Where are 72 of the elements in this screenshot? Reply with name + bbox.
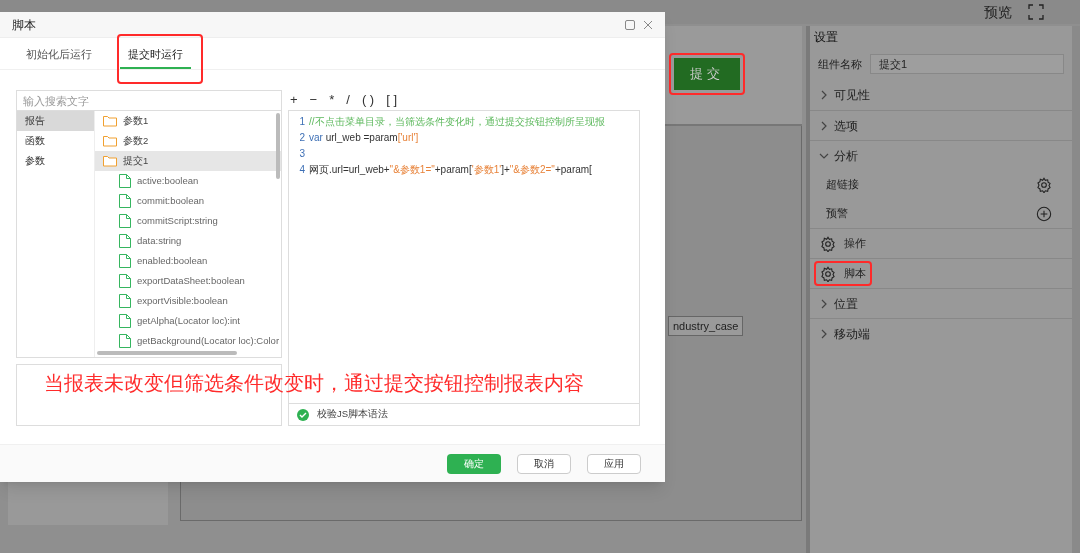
- settings-icon: [820, 235, 836, 252]
- preview-link[interactable]: 预览: [984, 1, 1012, 23]
- line-number: 1: [298, 114, 306, 129]
- panel-title: 设置: [814, 29, 838, 46]
- section-header[interactable]: 可见性: [834, 86, 870, 104]
- scrollbar[interactable]: [276, 113, 280, 179]
- tree-item[interactable]: 参数2: [95, 131, 281, 151]
- tree-item[interactable]: active:boolean: [95, 171, 281, 191]
- operator-button[interactable]: −: [307, 90, 320, 110]
- option-label: 预警: [826, 206, 848, 222]
- file-icon: [119, 174, 131, 188]
- file-icon: [119, 234, 131, 248]
- code-line: var url_web =param['url']: [309, 130, 419, 145]
- tree-item[interactable]: exportDataSheet:boolean: [95, 271, 281, 291]
- canvas-label: ndustry_case: [668, 316, 744, 336]
- line-number: 2: [298, 130, 306, 145]
- tree-item[interactable]: 提交1: [95, 151, 281, 171]
- category-item[interactable]: 参数: [17, 151, 94, 171]
- file-icon: [119, 294, 131, 308]
- code-line: 网页.url=url_web+"&参数1="+param['参数1']+"&参数2="+param[: [309, 162, 592, 177]
- tree-item[interactable]: data:string: [95, 231, 281, 251]
- dialog-title: 脚本: [12, 16, 36, 34]
- scrollbar[interactable]: [97, 351, 237, 355]
- section-header[interactable]: 位置: [834, 294, 858, 313]
- tree-item[interactable]: exportVisible:boolean: [95, 291, 281, 311]
- tree-item[interactable]: getBackground(Locator loc):Color: [95, 331, 281, 351]
- operator-button[interactable]: *: [327, 90, 337, 110]
- tree-item[interactable]: 参数1: [95, 111, 281, 131]
- fullscreen-icon[interactable]: [1028, 4, 1044, 20]
- dialog-button[interactable]: 取消: [517, 453, 571, 474]
- line-number: 3: [298, 146, 306, 161]
- close-icon[interactable]: [643, 19, 653, 30]
- highlighted-menu-item[interactable]: 脚本: [814, 261, 872, 286]
- folder-icon: [103, 115, 117, 127]
- category-item[interactable]: 报告: [17, 111, 94, 131]
- settings-icon: [1036, 176, 1052, 193]
- file-icon: [119, 214, 131, 228]
- folder-icon: [103, 155, 117, 167]
- section-header[interactable]: 选项: [834, 116, 858, 135]
- section-header[interactable]: 分析: [834, 146, 858, 165]
- field-label: 组件名称: [818, 56, 862, 72]
- check-icon: [297, 408, 309, 421]
- maximize-icon[interactable]: [625, 19, 635, 30]
- file-icon: [119, 274, 131, 288]
- file-icon: [119, 314, 131, 328]
- tab[interactable]: 提交时运行: [120, 42, 191, 69]
- operator-button[interactable]: [ ]: [384, 90, 399, 110]
- tree-item[interactable]: commit:boolean: [95, 191, 281, 211]
- validate-link[interactable]: 校验JS脚本语法: [317, 407, 389, 422]
- settings-icon: [820, 265, 836, 282]
- line-number: 4: [298, 162, 306, 177]
- operator-button[interactable]: +: [288, 90, 300, 110]
- submit-button[interactable]: 提交: [674, 58, 740, 90]
- annotation-text: 当报表未改变但筛选条件改变时，通过提交按钮控制报表内容: [44, 371, 584, 396]
- dialog-button[interactable]: 应用: [587, 453, 641, 474]
- menu-item[interactable]: 操作: [814, 231, 872, 256]
- tree-item[interactable]: commitScript:string: [95, 211, 281, 231]
- name-field[interactable]: 提交1: [870, 54, 1064, 74]
- file-icon: [119, 254, 131, 268]
- section-header[interactable]: 移动端: [834, 324, 870, 343]
- folder-icon: [103, 135, 117, 147]
- operator-button[interactable]: /: [344, 90, 352, 110]
- add-icon: [1036, 205, 1052, 222]
- file-icon: [119, 334, 131, 348]
- file-icon: [119, 194, 131, 208]
- code-line: //不点击菜单目录，当筛选条件变化时，通过提交按钮控制所呈现报: [309, 114, 605, 129]
- category-item[interactable]: 函数: [17, 131, 94, 151]
- tab[interactable]: 初始化后运行: [18, 42, 100, 69]
- tree-item[interactable]: getAlpha(Locator loc):int: [95, 311, 281, 331]
- operator-button[interactable]: ( ): [359, 90, 377, 110]
- option-label: 超链接: [826, 177, 859, 193]
- tree-item[interactable]: enabled:boolean: [95, 251, 281, 271]
